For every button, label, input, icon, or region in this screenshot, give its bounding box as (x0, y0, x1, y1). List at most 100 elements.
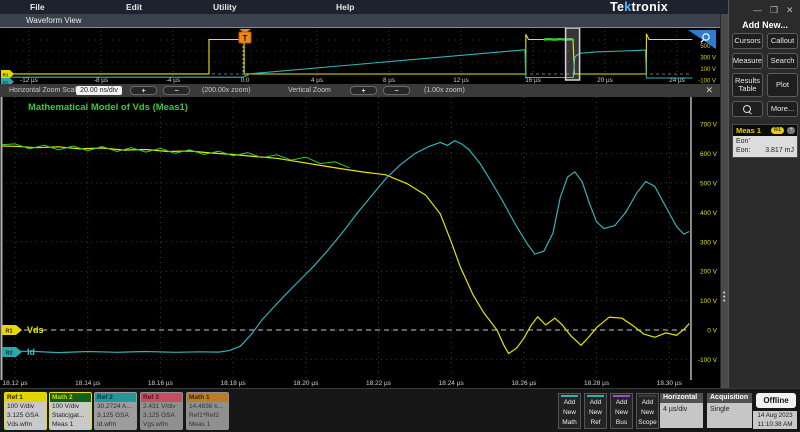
main-volt-label: 500 V (700, 181, 718, 188)
meas1-badge-header: Meas 1 R1 + (733, 125, 797, 136)
meas-row-label: Eon: (736, 146, 750, 155)
button-callout[interactable]: Callout (767, 33, 798, 49)
channel-badge-math2[interactable]: Math 2100 V/divStatic|gat...Meas 1 (49, 392, 92, 430)
vzoom-plus-button[interactable]: + (350, 86, 377, 95)
hzoom-scale-label: Horizontal Zoom Scale (9, 86, 80, 95)
hzoom-minus-button[interactable]: − (163, 86, 190, 95)
tab-bar: Waveform View (0, 14, 720, 27)
hzoom-scale-field[interactable]: 20.00 ns/div (76, 86, 122, 95)
add-new-math-button[interactable]: AddNewMath (558, 393, 581, 429)
add-button-line: Bus (611, 418, 632, 428)
r2-channel-label: Id (27, 347, 35, 357)
vds-main-trace (1, 146, 690, 354)
trigger-label: T (243, 34, 248, 43)
menu-help[interactable]: Help (336, 0, 354, 14)
acquisition-value: Single (707, 403, 752, 428)
overview-time-label: 16 µs (525, 77, 541, 84)
add-button-line: New (611, 408, 632, 418)
main-time-label: 18.20 µs (293, 380, 319, 387)
zoom-scan-icon[interactable] (732, 101, 763, 117)
add-button-line: Scope (637, 418, 658, 428)
drag-handle-icon: ••• (723, 292, 725, 304)
meas-value-row: Eon: 3.817 mJ (736, 146, 794, 155)
badge-name: Ref 2 (95, 393, 136, 402)
panel-divider-handle[interactable]: ••• (720, 14, 728, 388)
hzoom-plus-button[interactable]: + (130, 86, 157, 95)
meas1-values: Eon'Eon:3.817 mJ (733, 136, 797, 157)
add-button-line: New (559, 408, 580, 418)
offline-button[interactable]: Offline (756, 393, 796, 408)
add-new-ref-button[interactable]: AddNewRef (584, 393, 607, 429)
button-measure[interactable]: Measure (732, 53, 763, 69)
button-search[interactable]: Search (767, 53, 798, 69)
horizontal-settings-box[interactable]: Horizontal 4 µs/div (660, 393, 703, 428)
menu-bar: Tektronix File Edit Utility Help (0, 0, 728, 14)
badge-name: Math 2 (50, 393, 91, 402)
horizontal-title: Horizontal (660, 393, 703, 403)
menu-utility[interactable]: Utility (213, 0, 237, 14)
main-volt-label: 700 V (700, 122, 718, 129)
button-cursors[interactable]: Cursors (732, 33, 763, 49)
zoom-window-selector[interactable] (566, 28, 580, 80)
menu-file[interactable]: File (30, 0, 45, 14)
badge-row-text: Vds.wfm (5, 420, 46, 429)
badge-name: Ref 3 (141, 393, 182, 402)
main-time-label: 18.26 µs (511, 380, 537, 387)
overview-time-label: 12 µs (453, 77, 469, 84)
main-time-label: 18.30 µs (657, 380, 683, 387)
tektronix-logo: Tektronix (610, 0, 668, 14)
overview-time-label: 4 µs (311, 77, 323, 84)
add-button-accent (639, 395, 656, 397)
channel-badge-math1[interactable]: Math 114.4836 k...Ref1*Ref2Meas 1 (186, 392, 229, 430)
vzoom-minus-button[interactable]: − (383, 86, 410, 95)
badge-row-text: Id.wfm (95, 420, 136, 429)
tab-waveform-view[interactable]: Waveform View (26, 14, 82, 27)
meas1-badge[interactable]: Meas 1 R1 + Eon'Eon:3.817 mJ (732, 124, 798, 158)
logo-k-accent: k (624, 0, 631, 14)
overview-plot: T-12 µs-8 µs-4 µs0.04 µs8 µs12 µs16 µs20… (0, 27, 720, 84)
restore-icon[interactable]: ❐ (770, 5, 778, 15)
close-window-icon[interactable]: ✕ (786, 5, 794, 15)
add-new-bus-button[interactable]: AddNewBus (610, 393, 633, 429)
badge-row-text: 14.4836 k... (187, 402, 228, 411)
button-results-table[interactable]: Results Table (732, 73, 763, 97)
overview-time-label: -12 µs (20, 77, 38, 84)
r2-marker-id: R2 (5, 350, 12, 356)
overview-volt-label: 300 V (700, 55, 716, 61)
acquisition-settings-box[interactable]: Acquisition Single (707, 393, 752, 428)
channel-badge-ref3[interactable]: Ref 32.431 V/div3.125 GSAVgs.wfm (140, 392, 183, 430)
channel-badge-ref1[interactable]: Ref 1100 V/div3.125 GSAVds.wfm (4, 392, 47, 430)
overview-volt-label: 100 V (700, 67, 716, 73)
add-button-accent (613, 395, 630, 397)
badge-row-text: Static|gat... (50, 411, 91, 420)
button-plot[interactable]: Plot (767, 73, 798, 97)
right-panel: — ❐ ✕ Add New... CursorsCalloutMeasureSe… (728, 0, 800, 388)
main-time-label: 18.18 µs (221, 380, 247, 387)
add-new-button-grid: CursorsCalloutMeasureSearchResults Table… (732, 33, 798, 117)
add-button-line: Add (585, 398, 606, 408)
id-main-trace (1, 141, 690, 353)
close-icon[interactable]: ✕ (705, 85, 713, 96)
channel-badge-ref2[interactable]: Ref 230.2724 A...3.125 GSAId.wfm (94, 392, 137, 430)
badge-row-text: Vgs.wfm (141, 420, 182, 429)
add-new-scope-button[interactable]: AddNewScope (636, 393, 659, 429)
zoom-scan-icon (743, 105, 752, 114)
add-new-title: Add New... (729, 20, 800, 30)
add-button-line: Add (637, 398, 658, 408)
button-more-[interactable]: More... (767, 101, 798, 117)
badge-row-text: 100 V/div (50, 402, 91, 411)
meas1-name: Meas 1 (736, 126, 761, 135)
minimize-icon[interactable]: — (753, 5, 762, 15)
overview-svg: T-12 µs-8 µs-4 µs0.04 µs8 µs12 µs16 µs20… (0, 28, 720, 85)
meas1-expand-icon[interactable]: + (787, 127, 795, 134)
overview-time-label: 24 µs (669, 77, 685, 84)
oscilloscope-app: Tektronix File Edit Utility Help Waveform V… (0, 0, 800, 432)
overview-time-label: -8 µs (94, 77, 108, 84)
main-volt-label: 400 V (700, 210, 718, 217)
badge-name: Math 1 (187, 393, 228, 402)
meas-row-value: 3.817 mJ (765, 146, 794, 155)
main-time-label: 18.14 µs (75, 380, 101, 387)
menu-edit[interactable]: Edit (126, 0, 142, 14)
main-volt-label: 100 V (700, 298, 718, 305)
main-time-label: 18.28 µs (584, 380, 610, 387)
